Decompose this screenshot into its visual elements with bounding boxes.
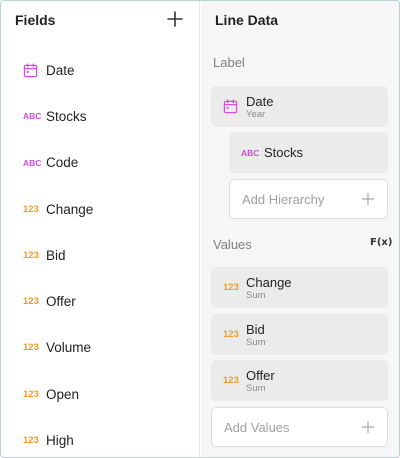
field-name: Offer [46,294,76,310]
field-item-code[interactable]: ABC Code [1,140,200,186]
field-item-volume[interactable]: 123 Volume [1,325,200,371]
value-item-text: Change Sum [246,275,292,301]
label-item-text: Date Year [246,94,273,120]
add-values-placeholder: Add Values [224,420,290,435]
data-panel: Line Data Label Date Year ABC Stocks Add… [201,1,399,457]
field-item-date[interactable]: Date [1,47,200,93]
add-values-field[interactable]: Add Values [211,407,388,447]
field-name: Open [46,386,80,402]
data-panel-title: Line Data [215,12,279,28]
value-item-sub: Sum [246,336,266,348]
number-type-icon: 123 [23,296,39,308]
field-name: High [46,433,74,449]
number-type-icon: 123 [223,375,239,386]
formula-button[interactable]: F(x) [370,237,392,248]
label-item-date[interactable]: Date Year [211,86,388,127]
calendar-icon [223,99,245,114]
value-item-sub: Sum [246,289,266,301]
label-item-text: Stocks [264,145,303,160]
field-item-high[interactable]: 123 High [1,417,200,457]
label-item-sub: Year [246,108,266,120]
value-item-text: Offer Sum [246,368,275,394]
field-name: Code [46,155,79,171]
value-item-name: Change [246,274,292,290]
text-type-icon: ABC [23,111,42,122]
value-item-sub: Sum [246,382,266,394]
value-item-offer[interactable]: 123 Offer Sum [211,360,388,401]
number-type-icon: 123 [223,329,239,340]
field-item-change[interactable]: 123 Change [1,186,200,232]
plus-icon [361,192,375,206]
number-type-icon: 123 [23,249,39,261]
fields-title: Fields [15,12,56,28]
pivot-editor: Fields Date ABC Stocks ABC Code 123 Chan… [0,0,400,458]
field-name: Change [46,201,94,217]
text-type-icon: ABC [23,157,42,168]
number-type-icon: 123 [23,203,39,215]
add-hierarchy-field[interactable]: Add Hierarchy [229,179,388,219]
label-item-name: Stocks [264,145,304,160]
number-type-icon: 123 [23,435,39,447]
add-field-button[interactable] [163,7,187,31]
values-section-heading: Values [213,237,252,252]
calendar-icon [23,62,45,78]
value-item-bid[interactable]: 123 Bid Sum [211,314,388,355]
number-type-icon: 123 [23,388,39,400]
field-name: Stocks [46,108,87,124]
field-item-stocks[interactable]: ABC Stocks [1,93,200,139]
field-item-offer[interactable]: 123 Offer [1,278,200,324]
value-item-name: Bid [246,321,265,337]
number-type-icon: 123 [223,282,239,293]
add-hierarchy-placeholder: Add Hierarchy [242,192,325,207]
fields-panel: Fields Date ABC Stocks ABC Code 123 Chan… [1,1,200,457]
label-item-name: Date [246,93,274,109]
value-item-name: Offer [246,367,275,383]
field-item-open[interactable]: 123 Open [1,371,200,417]
fields-header: Fields [1,1,200,39]
field-name: Date [46,62,75,78]
plus-icon [167,11,183,27]
field-list: Date ABC Stocks ABC Code 123 Change 123 … [1,47,200,457]
value-item-text: Bid Sum [246,322,266,348]
number-type-icon: 123 [23,342,39,354]
field-name: Volume [46,340,92,356]
label-item-stocks[interactable]: ABC Stocks [229,132,388,173]
value-item-change[interactable]: 123 Change Sum [211,267,388,308]
plus-icon [361,420,375,434]
field-item-bid[interactable]: 123 Bid [1,232,200,278]
text-type-icon: ABC [241,147,260,158]
label-section-heading: Label [213,55,245,70]
field-name: Bid [46,247,66,263]
